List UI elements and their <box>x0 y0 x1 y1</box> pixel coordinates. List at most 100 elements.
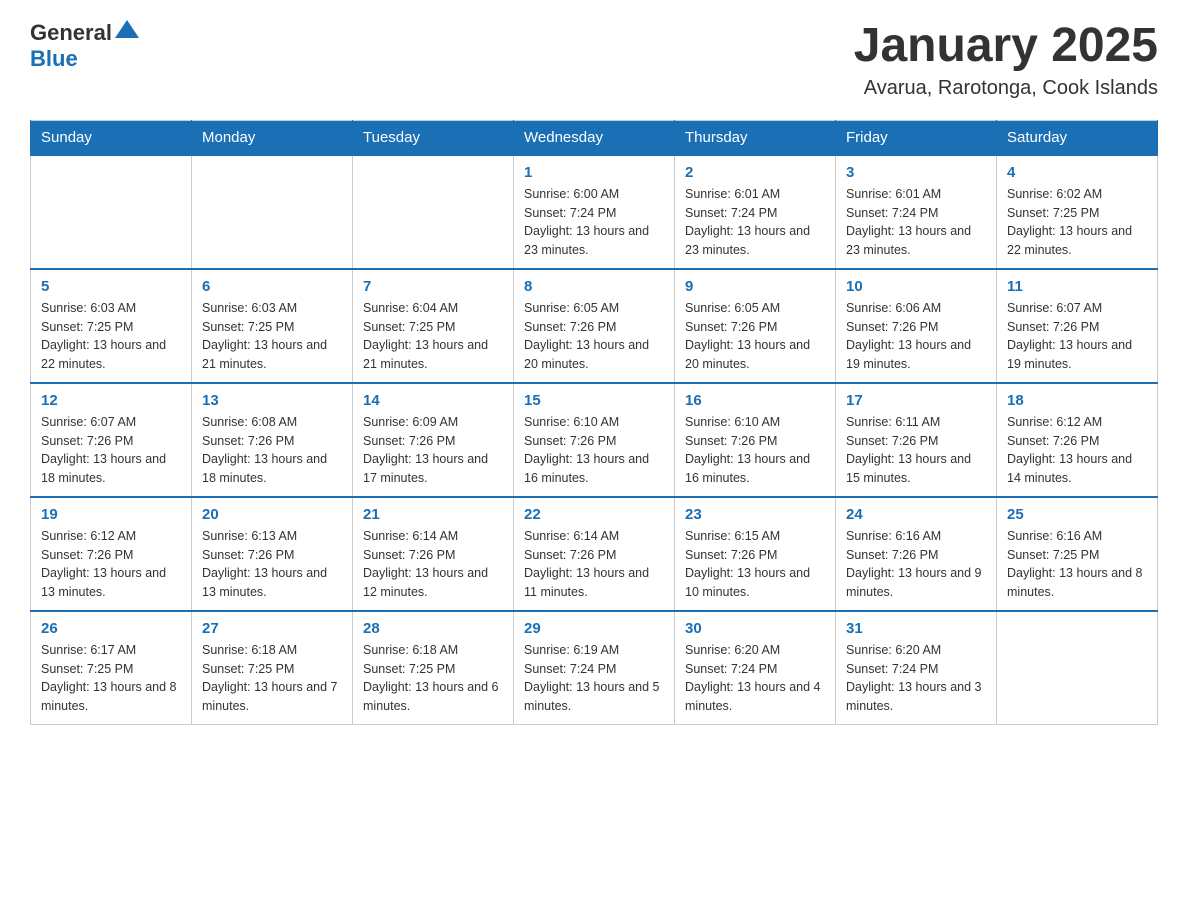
day-number: 16 <box>685 392 825 409</box>
day-number: 18 <box>1007 392 1147 409</box>
day-number: 11 <box>1007 278 1147 295</box>
location-title: Avarua, Rarotonga, Cook Islands <box>854 77 1158 100</box>
calendar-cell: 30Sunrise: 6:20 AM Sunset: 7:24 PM Dayli… <box>675 611 836 725</box>
day-number: 6 <box>202 278 342 295</box>
day-info: Sunrise: 6:10 AM Sunset: 7:26 PM Dayligh… <box>524 413 664 488</box>
month-title: January 2025 <box>854 20 1158 73</box>
calendar-cell: 12 Sunrise: 6:07 AM Sunset: 7:26 PM Dayli… <box>31 383 192 497</box>
calendar-cell: 1 Sunrise: 6:00 AM Sunset: 7:24 PM Daylig… <box>514 155 675 269</box>
day-info: Sunrise: 6:20 AM Sunset: 7:24 PM Dayligh… <box>846 641 986 716</box>
calendar-cell: 13 Sunrise: 6:08 AM Sunset: 7:26 PM Dayli… <box>192 383 353 497</box>
day-number: 15 <box>524 392 664 409</box>
calendar-cell: 25 Sunrise: 6:16 AM Sunset: 7:25 PM Dayli… <box>997 497 1158 611</box>
calendar-cell: 2Sunrise: 6:01 AM Sunset: 7:24 PM Daylig… <box>675 155 836 269</box>
calendar-cell: 14 Sunrise: 6:09 AM Sunset: 7:26 PM Dayli… <box>353 383 514 497</box>
day-info: Sunrise: 6:03 AM Sunset: 7:25 PM Dayligh… <box>41 299 181 374</box>
calendar-week-row: 26Sunrise: 6:17 AM Sunset: 7:25 PM Dayli… <box>31 611 1158 725</box>
day-info: Sunrise: 6:14 AM Sunset: 7:26 PM Dayligh… <box>524 527 664 602</box>
calendar-cell: 5 Sunrise: 6:03 AM Sunset: 7:25 PM Daylig… <box>31 269 192 383</box>
day-number: 20 <box>202 506 342 523</box>
day-number: 12 <box>41 392 181 409</box>
page-header: General Blue January 2025 Avarua, Raroto… <box>30 20 1158 100</box>
calendar-cell: 6 Sunrise: 6:03 AM Sunset: 7:25 PM Daylig… <box>192 269 353 383</box>
day-number: 4 <box>1007 164 1147 181</box>
day-info: Sunrise: 6:05 AM Sunset: 7:26 PM Dayligh… <box>524 299 664 374</box>
calendar-cell: 20 Sunrise: 6:13 AM Sunset: 7:26 PM Dayli… <box>192 497 353 611</box>
title-area: January 2025 Avarua, Rarotonga, Cook Isl… <box>854 20 1158 100</box>
calendar-day-header: Monday <box>192 120 353 155</box>
calendar-header-row: SundayMondayTuesdayWednesdayThursdayFrid… <box>31 120 1158 155</box>
day-info: Sunrise: 6:10 AM Sunset: 7:26 PM Dayligh… <box>685 413 825 488</box>
calendar-cell: 9 Sunrise: 6:05 AM Sunset: 7:26 PM Daylig… <box>675 269 836 383</box>
day-number: 8 <box>524 278 664 295</box>
day-number: 30 <box>685 620 825 637</box>
day-number: 29 <box>524 620 664 637</box>
day-info: Sunrise: 6:18 AM Sunset: 7:25 PM Dayligh… <box>202 641 342 716</box>
day-number: 10 <box>846 278 986 295</box>
day-info: Sunrise: 6:01 AM Sunset: 7:24 PM Dayligh… <box>685 185 825 260</box>
calendar-cell <box>192 155 353 269</box>
day-number: 31 <box>846 620 986 637</box>
day-number: 28 <box>363 620 503 637</box>
day-number: 13 <box>202 392 342 409</box>
day-number: 19 <box>41 506 181 523</box>
day-number: 1 <box>524 164 664 181</box>
day-info: Sunrise: 6:12 AM Sunset: 7:26 PM Dayligh… <box>41 527 181 602</box>
calendar-cell: 24 Sunrise: 6:16 AM Sunset: 7:26 PM Dayli… <box>836 497 997 611</box>
day-number: 3 <box>846 164 986 181</box>
calendar-day-header: Tuesday <box>353 120 514 155</box>
day-info: Sunrise: 6:04 AM Sunset: 7:25 PM Dayligh… <box>363 299 503 374</box>
calendar-cell: 28 Sunrise: 6:18 AM Sunset: 7:25 PM Dayli… <box>353 611 514 725</box>
calendar-week-row: 12 Sunrise: 6:07 AM Sunset: 7:26 PM Dayli… <box>31 383 1158 497</box>
day-info: Sunrise: 6:02 AM Sunset: 7:25 PM Dayligh… <box>1007 185 1147 260</box>
day-info: Sunrise: 6:01 AM Sunset: 7:24 PM Dayligh… <box>846 185 986 260</box>
day-info: Sunrise: 6:11 AM Sunset: 7:26 PM Dayligh… <box>846 413 986 488</box>
day-info: Sunrise: 6:08 AM Sunset: 7:26 PM Dayligh… <box>202 413 342 488</box>
day-number: 23 <box>685 506 825 523</box>
day-info: Sunrise: 6:06 AM Sunset: 7:26 PM Dayligh… <box>846 299 986 374</box>
day-info: Sunrise: 6:16 AM Sunset: 7:26 PM Dayligh… <box>846 527 986 602</box>
day-number: 14 <box>363 392 503 409</box>
day-number: 26 <box>41 620 181 637</box>
calendar-day-header: Saturday <box>997 120 1158 155</box>
calendar-cell: 11 Sunrise: 6:07 AM Sunset: 7:26 PM Dayli… <box>997 269 1158 383</box>
calendar-cell: 23Sunrise: 6:15 AM Sunset: 7:26 PM Dayli… <box>675 497 836 611</box>
calendar-table: SundayMondayTuesdayWednesdayThursdayFrid… <box>30 120 1158 725</box>
logo: General Blue <box>30 20 139 72</box>
day-info: Sunrise: 6:07 AM Sunset: 7:26 PM Dayligh… <box>41 413 181 488</box>
day-info: Sunrise: 6:07 AM Sunset: 7:26 PM Dayligh… <box>1007 299 1147 374</box>
calendar-cell <box>353 155 514 269</box>
calendar-cell: 7Sunrise: 6:04 AM Sunset: 7:25 PM Daylig… <box>353 269 514 383</box>
calendar-day-header: Wednesday <box>514 120 675 155</box>
day-info: Sunrise: 6:00 AM Sunset: 7:24 PM Dayligh… <box>524 185 664 260</box>
day-info: Sunrise: 6:03 AM Sunset: 7:25 PM Dayligh… <box>202 299 342 374</box>
day-info: Sunrise: 6:18 AM Sunset: 7:25 PM Dayligh… <box>363 641 503 716</box>
day-info: Sunrise: 6:09 AM Sunset: 7:26 PM Dayligh… <box>363 413 503 488</box>
calendar-cell: 8 Sunrise: 6:05 AM Sunset: 7:26 PM Daylig… <box>514 269 675 383</box>
calendar-cell: 21Sunrise: 6:14 AM Sunset: 7:26 PM Dayli… <box>353 497 514 611</box>
day-number: 21 <box>363 506 503 523</box>
day-number: 9 <box>685 278 825 295</box>
day-number: 5 <box>41 278 181 295</box>
calendar-cell: 17Sunrise: 6:11 AM Sunset: 7:26 PM Dayli… <box>836 383 997 497</box>
calendar-day-header: Friday <box>836 120 997 155</box>
day-info: Sunrise: 6:19 AM Sunset: 7:24 PM Dayligh… <box>524 641 664 716</box>
calendar-cell: 15 Sunrise: 6:10 AM Sunset: 7:26 PM Dayli… <box>514 383 675 497</box>
day-info: Sunrise: 6:12 AM Sunset: 7:26 PM Dayligh… <box>1007 413 1147 488</box>
calendar-week-row: 19 Sunrise: 6:12 AM Sunset: 7:26 PM Dayli… <box>31 497 1158 611</box>
day-number: 25 <box>1007 506 1147 523</box>
day-number: 27 <box>202 620 342 637</box>
day-info: Sunrise: 6:16 AM Sunset: 7:25 PM Dayligh… <box>1007 527 1147 602</box>
calendar-day-header: Sunday <box>31 120 192 155</box>
day-info: Sunrise: 6:05 AM Sunset: 7:26 PM Dayligh… <box>685 299 825 374</box>
calendar-cell: 10 Sunrise: 6:06 AM Sunset: 7:26 PM Dayli… <box>836 269 997 383</box>
calendar-cell: 29 Sunrise: 6:19 AM Sunset: 7:24 PM Dayli… <box>514 611 675 725</box>
calendar-cell: 27 Sunrise: 6:18 AM Sunset: 7:25 PM Dayli… <box>192 611 353 725</box>
calendar-cell: 19 Sunrise: 6:12 AM Sunset: 7:26 PM Dayli… <box>31 497 192 611</box>
day-info: Sunrise: 6:13 AM Sunset: 7:26 PM Dayligh… <box>202 527 342 602</box>
logo-blue-text: Blue <box>30 46 78 72</box>
day-number: 24 <box>846 506 986 523</box>
day-number: 22 <box>524 506 664 523</box>
calendar-week-row: 1 Sunrise: 6:00 AM Sunset: 7:24 PM Daylig… <box>31 155 1158 269</box>
calendar-cell: 22 Sunrise: 6:14 AM Sunset: 7:26 PM Dayli… <box>514 497 675 611</box>
